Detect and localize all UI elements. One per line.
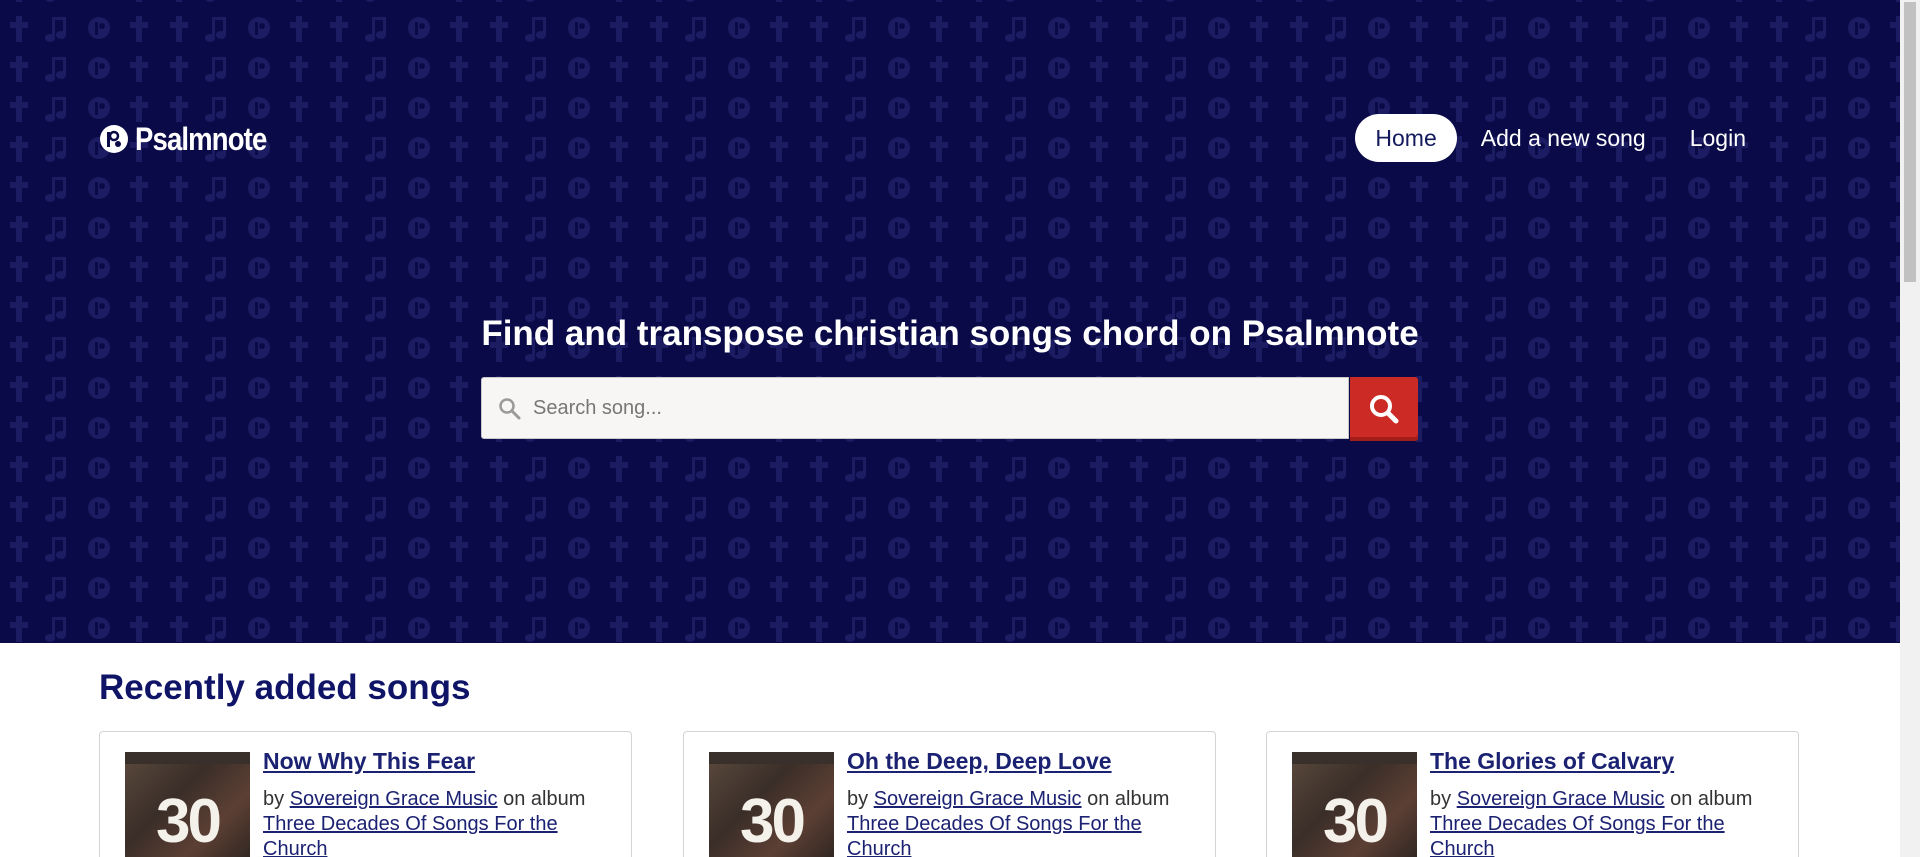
album-cover[interactable]: 30 bbox=[709, 752, 834, 857]
by-label: by bbox=[1430, 788, 1452, 810]
search-button[interactable] bbox=[1350, 377, 1418, 441]
album-cover[interactable]: 30 bbox=[1292, 752, 1417, 857]
artist-link[interactable]: Sovereign Grace Music bbox=[1457, 788, 1665, 810]
search-icon bbox=[499, 398, 521, 420]
album-cover-band bbox=[125, 752, 250, 764]
song-card: 30 Oh the Deep, Deep Love by Sovereign G… bbox=[683, 731, 1216, 857]
song-title-link[interactable]: The Glories of Calvary bbox=[1430, 748, 1790, 775]
scrollbar-thumb[interactable] bbox=[1904, 2, 1916, 282]
song-meta: by Sovereign Grace Music on album Three … bbox=[263, 787, 623, 857]
nav-home[interactable]: Home bbox=[1355, 114, 1457, 162]
by-label: by bbox=[263, 788, 285, 810]
search-field[interactable] bbox=[481, 377, 1349, 439]
brand-name: Psalmnote bbox=[135, 120, 267, 157]
search-input[interactable] bbox=[533, 378, 1333, 438]
artist-link[interactable]: Sovereign Grace Music bbox=[290, 788, 498, 810]
song-title-link[interactable]: Oh the Deep, Deep Love bbox=[847, 748, 1207, 775]
album-cover-number: 30 bbox=[156, 787, 222, 856]
psalmnote-logo-icon bbox=[100, 125, 128, 153]
main-nav: Home Add a new song Login bbox=[1351, 114, 1766, 162]
on-album-label: on album bbox=[1670, 788, 1753, 810]
song-info: Oh the Deep, Deep Love by Sovereign Grac… bbox=[847, 748, 1207, 857]
song-card: 30 Now Why This Fear by Sovereign Grace … bbox=[99, 731, 632, 857]
song-info: The Glories of Calvary by Sovereign Grac… bbox=[1430, 748, 1790, 857]
album-cover-band bbox=[709, 752, 834, 764]
album-cover-band bbox=[1292, 752, 1417, 764]
album-link[interactable]: Three Decades Of Songs For the Church bbox=[1430, 813, 1725, 857]
song-card-list: 30 Now Why This Fear by Sovereign Grace … bbox=[99, 731, 1801, 857]
page-scrollbar[interactable] bbox=[1900, 0, 1920, 857]
search-icon bbox=[1370, 395, 1399, 424]
album-link[interactable]: Three Decades Of Songs For the Church bbox=[847, 813, 1142, 857]
search-bar bbox=[481, 377, 1418, 441]
brand-logo[interactable]: Psalmnote bbox=[99, 120, 288, 157]
album-cover[interactable]: 30 bbox=[125, 752, 250, 857]
section-title-recent: Recently added songs bbox=[99, 668, 471, 707]
nav-add-new-song[interactable]: Add a new song bbox=[1461, 114, 1666, 162]
nav-login[interactable]: Login bbox=[1670, 114, 1766, 162]
on-album-label: on album bbox=[503, 788, 586, 810]
song-meta: by Sovereign Grace Music on album Three … bbox=[1430, 787, 1790, 857]
by-label: by bbox=[847, 788, 869, 810]
on-album-label: on album bbox=[1087, 788, 1170, 810]
album-link[interactable]: Three Decades Of Songs For the Church bbox=[263, 813, 558, 857]
artist-link[interactable]: Sovereign Grace Music bbox=[874, 788, 1082, 810]
hero-banner: Psalmnote Home Add a new song Login Find… bbox=[0, 0, 1900, 643]
album-cover-number: 30 bbox=[1323, 787, 1389, 856]
album-cover-number: 30 bbox=[740, 787, 806, 856]
song-info: Now Why This Fear by Sovereign Grace Mus… bbox=[263, 748, 623, 857]
song-title-link[interactable]: Now Why This Fear bbox=[263, 748, 623, 775]
song-meta: by Sovereign Grace Music on album Three … bbox=[847, 787, 1207, 857]
hero-title: Find and transpose christian songs chord… bbox=[481, 314, 1419, 353]
song-card: 30 The Glories of Calvary by Sovereign G… bbox=[1266, 731, 1799, 857]
